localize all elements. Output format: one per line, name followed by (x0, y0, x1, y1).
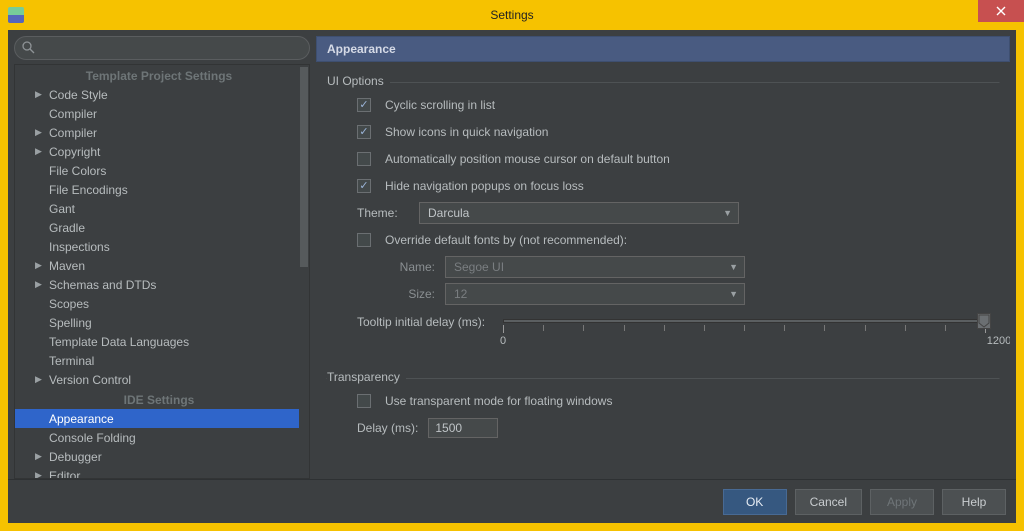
auto-mouse-checkbox[interactable] (357, 152, 371, 166)
transparency-legend: Transparency (327, 370, 406, 384)
tree-item-label: Code Style (49, 88, 108, 102)
expand-arrow-icon: ▶ (35, 146, 49, 157)
tree-item[interactable]: ▶Compiler (15, 123, 303, 142)
window-title: Settings (490, 8, 533, 22)
tree-scrollbar[interactable] (299, 65, 309, 478)
transparent-mode-checkbox[interactable] (357, 394, 371, 408)
settings-tree[interactable]: Template Project Settings▶Code Style▶Com… (15, 65, 309, 478)
expand-arrow-icon: ▶ (35, 260, 49, 271)
tree-item-label: Spelling (49, 316, 92, 330)
tree-item[interactable]: ▶Inspections (15, 237, 303, 256)
tree-item[interactable]: ▶Gradle (15, 218, 303, 237)
font-name-label: Name: (387, 260, 435, 274)
tree-item[interactable]: ▶Appearance (15, 409, 303, 428)
tree-section-header: Template Project Settings (15, 65, 303, 85)
transparent-mode-label: Use transparent mode for floating window… (385, 394, 612, 408)
expand-arrow-icon: ▶ (35, 470, 49, 478)
tooltip-delay-label: Tooltip initial delay (ms): (357, 313, 493, 329)
close-button[interactable] (978, 0, 1024, 22)
tree-section-header: IDE Settings (15, 389, 303, 409)
tree-item[interactable]: ▶Console Folding (15, 428, 303, 447)
ui-options-legend: UI Options (327, 74, 390, 88)
titlebar: Settings (0, 0, 1024, 30)
tree-item[interactable]: ▶Gant (15, 199, 303, 218)
transparency-delay-input[interactable] (428, 418, 498, 438)
tree-item-label: Maven (49, 259, 85, 273)
cyclic-scrolling-checkbox[interactable]: ✓ (357, 98, 371, 112)
hide-popups-checkbox[interactable]: ✓ (357, 179, 371, 193)
expand-arrow-icon: ▶ (35, 279, 49, 290)
tree-item-label: Template Data Languages (49, 335, 189, 349)
tree-item-label: Scopes (49, 297, 89, 311)
chevron-down-icon: ▼ (729, 289, 738, 299)
expand-arrow-icon: ▶ (35, 89, 49, 100)
tree-item-label: Compiler (49, 126, 97, 140)
tooltip-delay-slider[interactable]: 0 1200 (503, 313, 999, 353)
expand-arrow-icon: ▶ (35, 451, 49, 462)
tree-item[interactable]: ▶Code Style (15, 85, 303, 104)
tree-item[interactable]: ▶Template Data Languages (15, 332, 303, 351)
tree-item-label: Terminal (49, 354, 94, 368)
tree-item[interactable]: ▶File Encodings (15, 180, 303, 199)
hide-popups-label: Hide navigation popups on focus loss (385, 179, 584, 193)
tree-item-label: File Encodings (49, 183, 128, 197)
tree-item-label: Copyright (49, 145, 100, 159)
ok-button[interactable]: OK (723, 489, 787, 515)
chevron-down-icon: ▼ (729, 262, 738, 272)
auto-mouse-label: Automatically position mouse cursor on d… (385, 152, 670, 166)
tree-item-label: File Colors (49, 164, 106, 178)
tree-item[interactable]: ▶Terminal (15, 351, 303, 370)
search-icon (22, 41, 35, 54)
transparency-delay-label: Delay (ms): (357, 421, 418, 435)
tree-item-label: Editor (49, 469, 80, 479)
show-icons-checkbox[interactable]: ✓ (357, 125, 371, 139)
tree-item-label: Appearance (49, 412, 114, 426)
expand-arrow-icon: ▶ (35, 127, 49, 138)
tree-item[interactable]: ▶Editor (15, 466, 303, 478)
slider-min-label: 0 (500, 335, 506, 347)
dialog-button-bar: OK Cancel Apply Help (8, 479, 1016, 523)
override-fonts-label: Override default fonts by (not recommend… (385, 233, 627, 247)
font-name-select[interactable]: Segoe UI ▼ (445, 256, 745, 278)
override-fonts-checkbox[interactable] (357, 233, 371, 247)
app-icon (8, 7, 24, 23)
tree-item[interactable]: ▶Compiler (15, 104, 303, 123)
show-icons-label: Show icons in quick navigation (385, 125, 548, 139)
tree-item-label: Schemas and DTDs (49, 278, 156, 292)
panel-title: Appearance (316, 36, 1010, 62)
tree-item-label: Gant (49, 202, 75, 216)
transparency-group: Transparency Use transparent mode for fl… (326, 378, 1000, 442)
apply-button[interactable]: Apply (870, 489, 934, 515)
cancel-button[interactable]: Cancel (795, 489, 862, 515)
theme-label: Theme: (357, 206, 409, 220)
tree-item-label: Gradle (49, 221, 85, 235)
font-size-label: Size: (387, 287, 435, 301)
tree-item[interactable]: ▶Spelling (15, 313, 303, 332)
font-size-select[interactable]: 12 ▼ (445, 283, 745, 305)
tree-item[interactable]: ▶Debugger (15, 447, 303, 466)
tree-item[interactable]: ▶Copyright (15, 142, 303, 161)
tree-item[interactable]: ▶Maven (15, 256, 303, 275)
tree-item[interactable]: ▶File Colors (15, 161, 303, 180)
slider-max-label: 1200 (987, 335, 1010, 347)
expand-arrow-icon: ▶ (35, 374, 49, 385)
tree-item[interactable]: ▶Schemas and DTDs (15, 275, 303, 294)
search-input[interactable] (14, 36, 310, 60)
tree-item[interactable]: ▶Version Control (15, 370, 303, 389)
cyclic-scrolling-label: Cyclic scrolling in list (385, 98, 495, 112)
ui-options-group: UI Options ✓ Cyclic scrolling in list ✓ … (326, 82, 1000, 354)
tree-item[interactable]: ▶Scopes (15, 294, 303, 313)
theme-select[interactable]: Darcula ▼ (419, 202, 739, 224)
tree-item-label: Console Folding (49, 431, 136, 445)
tree-item-label: Compiler (49, 107, 97, 121)
chevron-down-icon: ▼ (723, 208, 732, 218)
tree-item-label: Inspections (49, 240, 110, 254)
tree-item-label: Version Control (49, 373, 131, 387)
tree-item-label: Debugger (49, 450, 102, 464)
help-button[interactable]: Help (942, 489, 1006, 515)
